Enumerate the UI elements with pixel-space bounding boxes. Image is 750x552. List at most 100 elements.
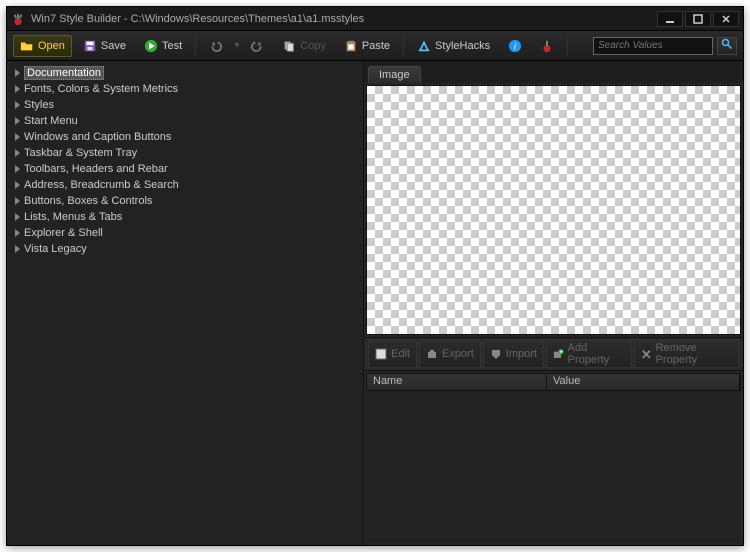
toolbar-separator [567, 36, 568, 56]
expand-arrow-icon[interactable] [15, 117, 20, 125]
tree-item-label: Documentation [24, 66, 104, 80]
save-icon [83, 39, 97, 53]
tree-item-label: Styles [24, 99, 54, 111]
expand-arrow-icon[interactable] [15, 149, 20, 157]
paste-icon [344, 39, 358, 53]
add-icon [553, 348, 564, 360]
paste-button[interactable]: Paste [337, 35, 397, 57]
tree-item[interactable]: Address, Breadcrumb & Search [7, 177, 363, 193]
test-button[interactable]: Test [137, 35, 189, 57]
expand-arrow-icon[interactable] [15, 85, 20, 93]
app-icon [11, 12, 25, 26]
play-icon [144, 39, 158, 53]
maximize-button[interactable] [685, 11, 711, 27]
paste-label: Paste [362, 40, 390, 52]
expand-arrow-icon[interactable] [15, 213, 20, 221]
body: Documentation Fonts, Colors & System Metr… [7, 61, 743, 545]
edit-icon [375, 348, 387, 360]
expand-arrow-icon[interactable] [15, 229, 20, 237]
info-icon: i [508, 39, 522, 53]
tree-item[interactable]: Explorer & Shell [7, 225, 363, 241]
redo-icon [250, 39, 264, 53]
stylehacks-icon [417, 39, 431, 53]
tree-item[interactable]: Windows and Caption Buttons [7, 129, 363, 145]
edit-button[interactable]: Edit [368, 340, 417, 368]
export-button[interactable]: Export [419, 340, 481, 368]
tree-item[interactable]: Vista Legacy [7, 241, 363, 257]
open-button[interactable]: Open [13, 35, 72, 57]
save-label: Save [101, 40, 126, 52]
tree-item[interactable]: Start Menu [7, 113, 363, 129]
remove-icon [641, 348, 652, 360]
expand-arrow-icon[interactable] [15, 101, 20, 109]
property-body[interactable] [366, 391, 741, 543]
add-property-label: Add Property [568, 342, 625, 366]
minimize-button[interactable] [657, 11, 683, 27]
tree-item-label: Toolbars, Headers and Rebar [24, 163, 168, 175]
add-property-button[interactable]: Add Property [546, 340, 632, 368]
import-label: Import [506, 348, 537, 360]
tree-panel[interactable]: Documentation Fonts, Colors & System Metr… [7, 61, 363, 545]
tree-item-label: Buttons, Boxes & Controls [24, 195, 152, 207]
export-label: Export [442, 348, 474, 360]
info-button[interactable]: i [501, 35, 529, 57]
copy-icon [282, 39, 296, 53]
stylehacks-button[interactable]: StyleHacks [410, 35, 497, 57]
tab-row: Image [364, 61, 743, 83]
expand-arrow-icon[interactable] [15, 165, 20, 173]
tree-item-label: Fonts, Colors & System Metrics [24, 83, 178, 95]
tree-item[interactable]: Documentation [7, 65, 363, 81]
import-icon [490, 348, 502, 360]
tree-item[interactable]: Toolbars, Headers and Rebar [7, 161, 363, 177]
remove-property-button[interactable]: Remove Property [634, 340, 739, 368]
redo-button[interactable] [243, 35, 271, 57]
close-button[interactable] [713, 11, 739, 27]
search-input[interactable] [593, 37, 713, 55]
test-label: Test [162, 40, 182, 52]
column-value[interactable]: Value [547, 374, 740, 390]
tree-item[interactable]: Fonts, Colors & System Metrics [7, 81, 363, 97]
remove-property-label: Remove Property [656, 342, 732, 366]
save-button[interactable]: Save [76, 35, 133, 57]
titlebar: Win7 Style Builder - C:\Windows\Resource… [7, 7, 743, 31]
expand-arrow-icon[interactable] [15, 181, 20, 189]
copy-label: Copy [300, 40, 326, 52]
right-pane: Image Edit Export Import Add Pr [363, 61, 743, 545]
stylehacks-label: StyleHacks [435, 40, 490, 52]
expand-arrow-icon[interactable] [15, 69, 20, 77]
wand-icon [540, 39, 554, 53]
tree-item-label: Windows and Caption Buttons [24, 131, 171, 143]
toolbar-separator [195, 36, 196, 56]
tree-item[interactable]: Buttons, Boxes & Controls [7, 193, 363, 209]
toolbar-separator [403, 36, 404, 56]
undo-icon [209, 39, 223, 53]
undo-button[interactable] [202, 35, 230, 57]
import-button[interactable]: Import [483, 340, 544, 368]
tree-item-label: Explorer & Shell [24, 227, 103, 239]
property-header: Name Value [366, 373, 741, 391]
tree-item-label: Lists, Menus & Tabs [24, 211, 122, 223]
app-window: Win7 Style Builder - C:\Windows\Resource… [6, 6, 744, 546]
tree-item-label: Vista Legacy [24, 243, 87, 255]
wand-button[interactable] [533, 35, 561, 57]
folder-open-icon [20, 39, 34, 53]
expand-arrow-icon[interactable] [15, 245, 20, 253]
tree-item[interactable]: Styles [7, 97, 363, 113]
image-preview[interactable] [366, 85, 741, 335]
window-title: Win7 Style Builder - C:\Windows\Resource… [31, 13, 657, 25]
history-sep-icon: ▾ [234, 40, 239, 51]
copy-button[interactable]: Copy [275, 35, 333, 57]
tab-image[interactable]: Image [368, 66, 421, 83]
search-icon [721, 37, 733, 55]
search-button[interactable] [717, 37, 737, 55]
window-controls [657, 11, 739, 27]
export-icon [426, 348, 438, 360]
expand-arrow-icon[interactable] [15, 133, 20, 141]
edit-label: Edit [391, 348, 410, 360]
property-table: Name Value [366, 373, 741, 543]
tree-item[interactable]: Taskbar & System Tray [7, 145, 363, 161]
column-name[interactable]: Name [367, 374, 547, 390]
open-label: Open [38, 40, 65, 52]
tree-item[interactable]: Lists, Menus & Tabs [7, 209, 363, 225]
expand-arrow-icon[interactable] [15, 197, 20, 205]
